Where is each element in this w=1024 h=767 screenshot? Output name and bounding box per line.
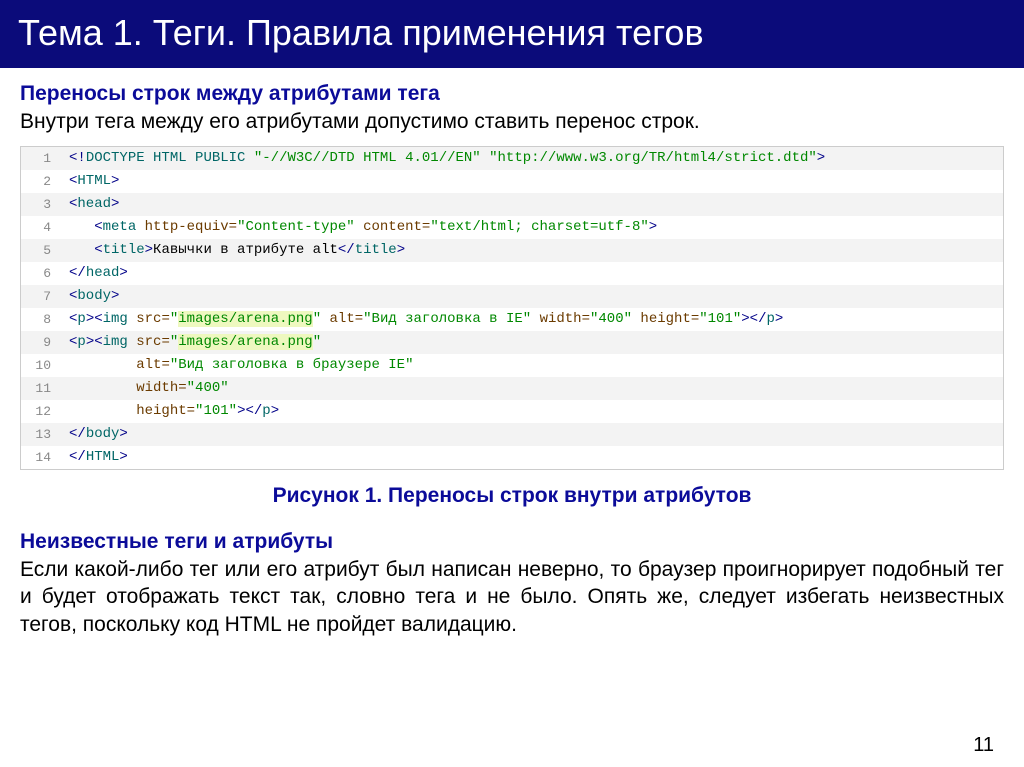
code-line: 5 <title>Кавычки в атрибуте alt</title>	[21, 239, 1003, 262]
line-number: 13	[21, 427, 69, 442]
line-number: 9	[21, 335, 69, 350]
code-example: 1 <!DOCTYPE HTML PUBLIC "-//W3C//DTD HTM…	[20, 146, 1004, 470]
code-line: 3 <head>	[21, 193, 1003, 216]
code-line: 4 <meta http-equiv="Content-type" conten…	[21, 216, 1003, 239]
section1-body: Внутри тега между его атрибутами допусти…	[20, 108, 1004, 136]
page-number: 11	[973, 734, 994, 757]
line-number: 3	[21, 197, 69, 212]
line-number: 8	[21, 312, 69, 327]
line-number: 4	[21, 220, 69, 235]
code-line: 9 <p><img src="images/arena.png"	[21, 331, 1003, 354]
line-number: 14	[21, 450, 69, 465]
code-line: 12 height="101"></p>	[21, 400, 1003, 423]
line-number: 7	[21, 289, 69, 304]
slide-title: Тема 1. Теги. Правила применения тегов	[0, 0, 1024, 68]
line-number: 6	[21, 266, 69, 281]
code-line: 10 alt="Вид заголовка в браузере IE"	[21, 354, 1003, 377]
code-line: 1 <!DOCTYPE HTML PUBLIC "-//W3C//DTD HTM…	[21, 147, 1003, 170]
section2-body: Если какой-либо тег или его атрибут был …	[20, 556, 1004, 639]
section1-heading: Переносы строк между атрибутами тега	[20, 82, 1004, 106]
figure-caption: Рисунок 1. Переносы строк внутри атрибут…	[20, 484, 1004, 508]
code-line: 11 width="400"	[21, 377, 1003, 400]
code-line: 8 <p><img src="images/arena.png" alt="Ви…	[21, 308, 1003, 331]
line-number: 5	[21, 243, 69, 258]
line-number: 11	[21, 381, 69, 396]
line-number: 12	[21, 404, 69, 419]
code-line: 2 <HTML>	[21, 170, 1003, 193]
code-line: 13 </body>	[21, 423, 1003, 446]
section2-heading: Неизвестные теги и атрибуты	[20, 530, 1004, 554]
code-line: 7 <body>	[21, 285, 1003, 308]
code-line: 14 </HTML>	[21, 446, 1003, 469]
line-number: 2	[21, 174, 69, 189]
slide-content: Переносы строк между атрибутами тега Вну…	[0, 68, 1024, 639]
code-line: 6 </head>	[21, 262, 1003, 285]
line-number: 10	[21, 358, 69, 373]
line-number: 1	[21, 151, 69, 166]
